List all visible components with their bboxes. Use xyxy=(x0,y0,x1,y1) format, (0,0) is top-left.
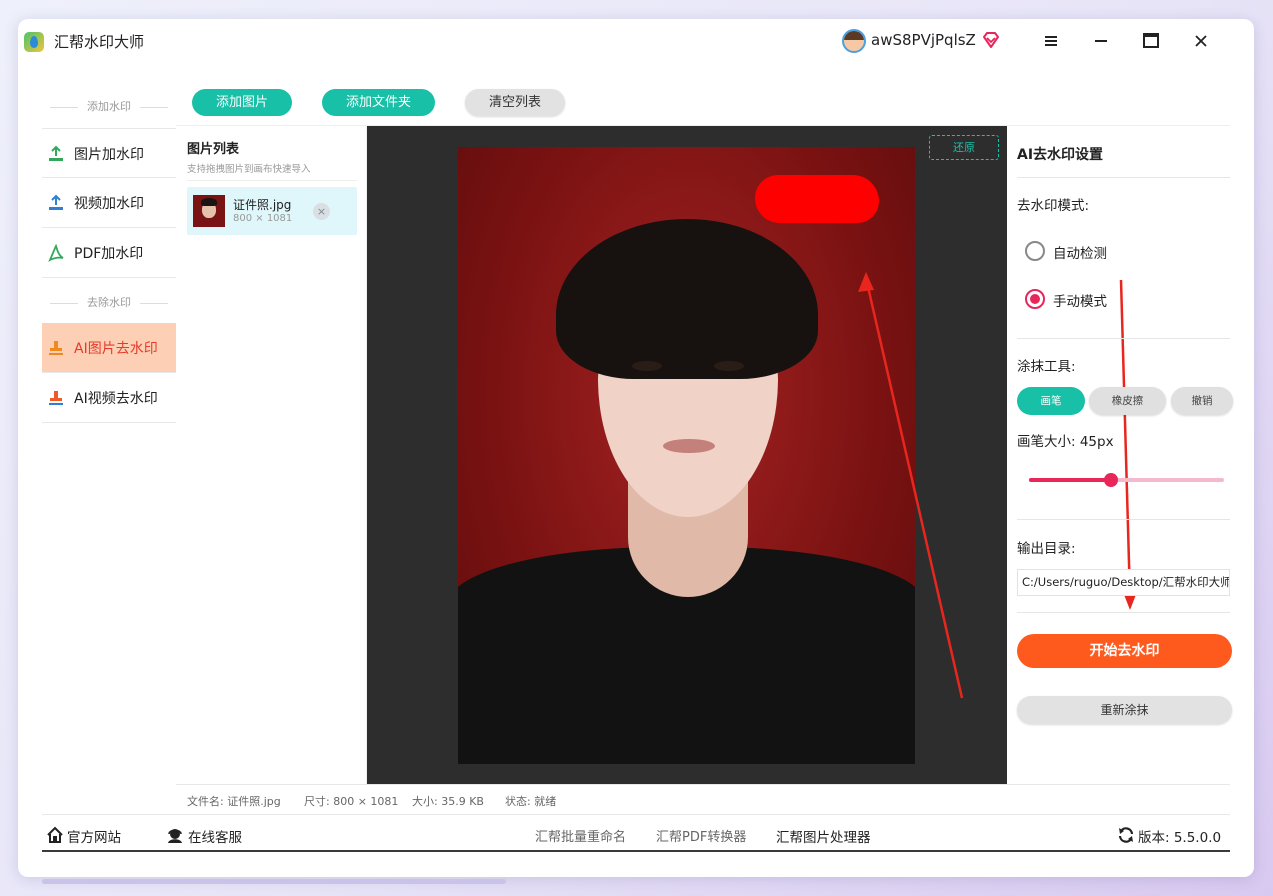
footer: 官方网站 在线客服 汇帮批量重命名 汇帮PDF转换器 汇帮图片处理器 版本: 5… xyxy=(42,814,1230,852)
radio-manual-mode-label[interactable]: 手动模式 xyxy=(1053,290,1107,310)
slider-thumb[interactable] xyxy=(1103,473,1118,487)
official-website-link[interactable]: 官方网站 xyxy=(67,826,121,846)
radio-auto-detect[interactable] xyxy=(1025,241,1045,261)
home-icon xyxy=(47,826,63,843)
tool-label: 涂抹工具: xyxy=(1017,359,1076,375)
pdf-converter-link[interactable]: 汇帮PDF转换器 xyxy=(656,826,746,845)
video-upload-icon xyxy=(49,194,63,210)
file-name: 证件照.jpg xyxy=(233,198,292,212)
brush-tool-button[interactable]: 画笔 xyxy=(1017,387,1085,415)
image-canvas[interactable]: 还原 xyxy=(367,126,1007,784)
close-icon[interactable] xyxy=(1187,28,1215,54)
image-list-panel: 图片列表 支持拖拽图片到画布快速导入 证件照.jpg 800 × 1081 × xyxy=(176,126,367,784)
sidebar-item-label: 图片加水印 xyxy=(74,147,144,163)
section-label-remove: 去除水印 xyxy=(42,294,176,312)
slider-fill xyxy=(1029,478,1111,482)
status-state: 状态: 就绪 xyxy=(505,795,557,808)
app-title: 汇帮水印大师 xyxy=(54,33,145,51)
sidebar-item-pdf-watermark[interactable]: PDF加水印 xyxy=(42,228,176,278)
sidebar: 添加水印 图片加水印 视频加水印 PDF加水印 去除水印 AI图片去水印 AI视… xyxy=(42,80,176,814)
stamp-icon xyxy=(49,341,63,355)
divider xyxy=(1017,612,1230,613)
app-logo-icon xyxy=(24,32,44,52)
remove-item-button[interactable]: × xyxy=(313,203,330,220)
divider xyxy=(1017,338,1230,339)
output-label: 输出目录: xyxy=(1017,541,1076,557)
support-icon xyxy=(168,829,182,843)
vip-diamond-icon[interactable] xyxy=(981,30,1001,50)
image-processor-link[interactable]: 汇帮图片处理器 xyxy=(776,826,871,846)
user-name[interactable]: awS8PVjPqlsZ xyxy=(871,31,976,49)
sidebar-item-image-watermark[interactable]: 图片加水印 xyxy=(42,128,176,178)
user-avatar[interactable] xyxy=(842,29,866,53)
sidebar-item-ai-video-remove[interactable]: AI视频去水印 xyxy=(42,373,176,423)
status-filesize: 大小: 35.9 KB xyxy=(412,795,484,808)
photo-left-eye xyxy=(632,361,662,371)
photo-right-eye xyxy=(714,361,744,371)
maximize-icon[interactable] xyxy=(1137,28,1165,54)
settings-panel: AI去水印设置 去水印模式: 自动检测 手动模式 涂抹工具: 画笔 橡皮擦 撤销… xyxy=(1007,126,1233,784)
redo-brush-button[interactable]: 重新涂抹 xyxy=(1017,696,1232,724)
title-bar: 汇帮水印大师 awS8PVjPqlsZ xyxy=(24,22,1214,60)
status-filename: 文件名: 证件照.jpg xyxy=(187,795,281,808)
add-folder-button[interactable]: 添加文件夹 xyxy=(322,89,435,116)
refresh-icon xyxy=(1118,827,1134,843)
image-list-title: 图片列表 xyxy=(187,142,240,157)
file-dimensions: 800 × 1081 xyxy=(233,213,293,224)
radio-auto-detect-label[interactable]: 自动检测 xyxy=(1053,242,1107,262)
batch-rename-link[interactable]: 汇帮批量重命名 xyxy=(535,826,626,845)
image-upload-icon xyxy=(49,145,63,161)
start-remove-button[interactable]: 开始去水印 xyxy=(1017,634,1232,668)
divider xyxy=(187,180,357,181)
section-label-add: 添加水印 xyxy=(42,98,176,116)
sidebar-item-label: 视频加水印 xyxy=(74,196,144,212)
restore-button[interactable]: 还原 xyxy=(929,135,999,160)
sidebar-item-video-watermark[interactable]: 视频加水印 xyxy=(42,178,176,228)
status-dimensions: 尺寸: 800 × 1081 xyxy=(304,795,399,808)
sidebar-item-label: AI视频去水印 xyxy=(74,391,158,407)
brush-stroke-mark xyxy=(755,175,879,223)
status-bar: 文件名: 证件照.jpg 尺寸: 800 × 1081 大小: 35.9 KB … xyxy=(176,784,1230,814)
clear-list-button[interactable]: 清空列表 xyxy=(465,89,565,116)
list-item[interactable]: 证件照.jpg 800 × 1081 × xyxy=(187,187,357,235)
image-thumbnail xyxy=(193,195,225,227)
photo-lips xyxy=(663,439,715,453)
eraser-tool-button[interactable]: 橡皮擦 xyxy=(1089,387,1166,415)
undo-button[interactable]: 撤销 xyxy=(1171,387,1233,415)
brush-size-label: 画笔大小: 45px xyxy=(1017,434,1114,450)
pdf-icon xyxy=(48,244,64,262)
radio-manual-mode[interactable] xyxy=(1025,289,1045,309)
toolbar: 添加图片 添加文件夹 清空列表 xyxy=(176,80,1230,126)
settings-title: AI去水印设置 xyxy=(1017,147,1104,163)
stamp-icon xyxy=(49,391,63,405)
menu-icon[interactable] xyxy=(1037,28,1065,54)
divider xyxy=(1017,177,1230,178)
online-support-link[interactable]: 在线客服 xyxy=(188,826,242,846)
image-list-hint: 支持拖拽图片到画布快速导入 xyxy=(187,164,311,175)
output-path-field[interactable]: C:/Users/ruguo/Desktop/汇帮水印大师 xyxy=(1017,569,1230,596)
sidebar-item-label: AI图片去水印 xyxy=(74,341,158,357)
add-image-button[interactable]: 添加图片 xyxy=(192,89,292,116)
horizontal-scrollbar[interactable] xyxy=(42,879,506,884)
sidebar-item-ai-image-remove[interactable]: AI图片去水印 xyxy=(42,323,176,373)
brush-size-slider[interactable] xyxy=(1029,473,1224,487)
portrait-photo[interactable] xyxy=(458,147,915,764)
divider xyxy=(1017,519,1230,520)
mode-label: 去水印模式: xyxy=(1017,198,1090,214)
sidebar-item-label: PDF加水印 xyxy=(74,246,144,262)
minimize-icon[interactable] xyxy=(1087,28,1115,54)
version-label: 版本: 5.5.0.0 xyxy=(1138,830,1222,846)
